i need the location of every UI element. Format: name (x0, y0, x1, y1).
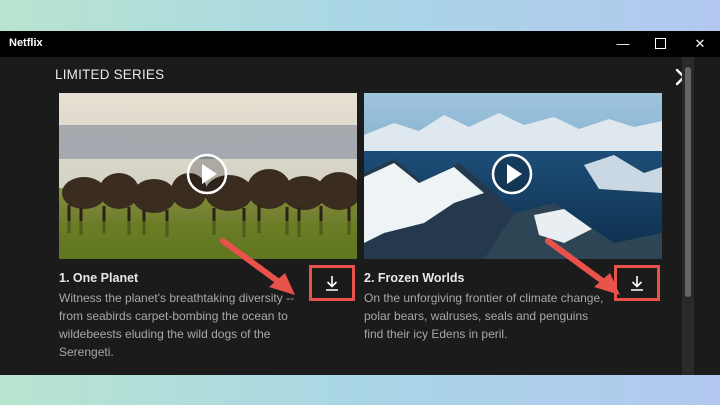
netflix-window: Netflix — ✕ LIMITED SERIES 1. One Planet… (0, 31, 720, 375)
close-window-button[interactable]: ✕ (680, 31, 720, 57)
title-bar: Netflix — ✕ (0, 31, 720, 57)
episode-title-1: 1. One Planet (59, 271, 139, 285)
episode-card-1: 1. One Planet Witness the planet's breat… (59, 93, 357, 363)
maximize-button[interactable] (640, 31, 680, 57)
play-icon[interactable] (491, 153, 533, 195)
app-title: Netflix (9, 37, 43, 49)
section-title: LIMITED SERIES (55, 67, 165, 82)
scrollbar[interactable] (682, 57, 694, 375)
episode-thumbnail-1[interactable] (59, 93, 357, 259)
episode-title-2: 2. Frozen Worlds (364, 271, 465, 285)
episodes-panel: LIMITED SERIES 1. One Planet Witness the… (12, 57, 694, 375)
download-button-1[interactable] (309, 265, 355, 301)
arrow-annotation-2 (545, 238, 620, 295)
play-icon[interactable] (186, 153, 228, 195)
episode-card-2: 2. Frozen Worlds On the unforgiving fron… (364, 93, 662, 363)
minimize-button[interactable]: — (603, 31, 643, 57)
arrow-annotation-1 (220, 238, 295, 295)
download-icon (326, 276, 338, 291)
maximize-icon (654, 38, 666, 50)
scrollbar-thumb[interactable] (685, 67, 691, 297)
